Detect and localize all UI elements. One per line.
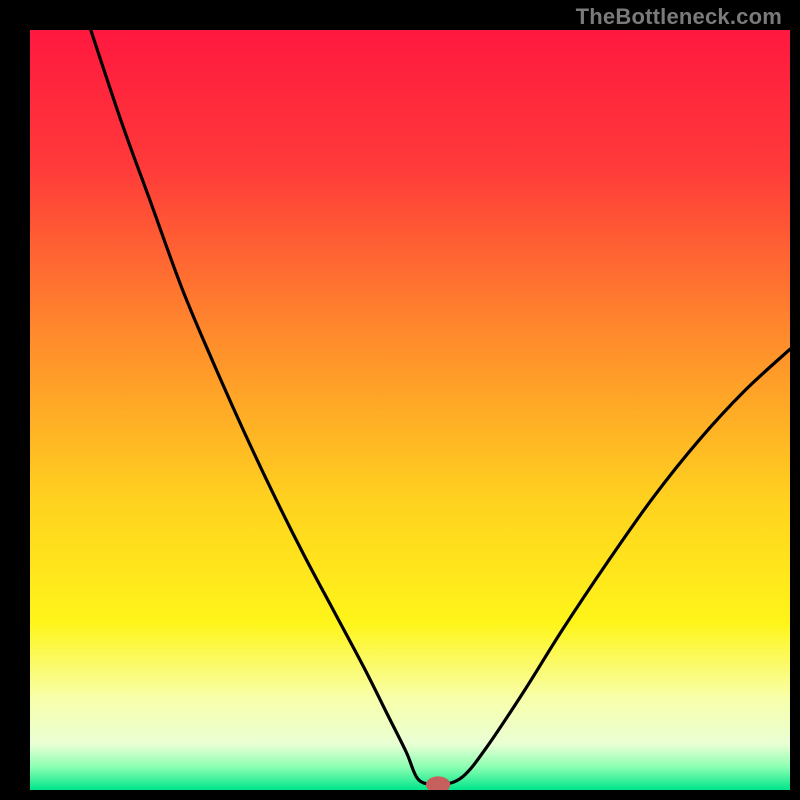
- bottleneck-chart: [0, 0, 800, 800]
- chart-frame: { "watermark": "TheBottleneck.com", "cha…: [0, 0, 800, 800]
- selected-point-marker: [426, 776, 450, 793]
- plot-background-gradient: [30, 30, 790, 790]
- watermark-text: TheBottleneck.com: [576, 4, 782, 30]
